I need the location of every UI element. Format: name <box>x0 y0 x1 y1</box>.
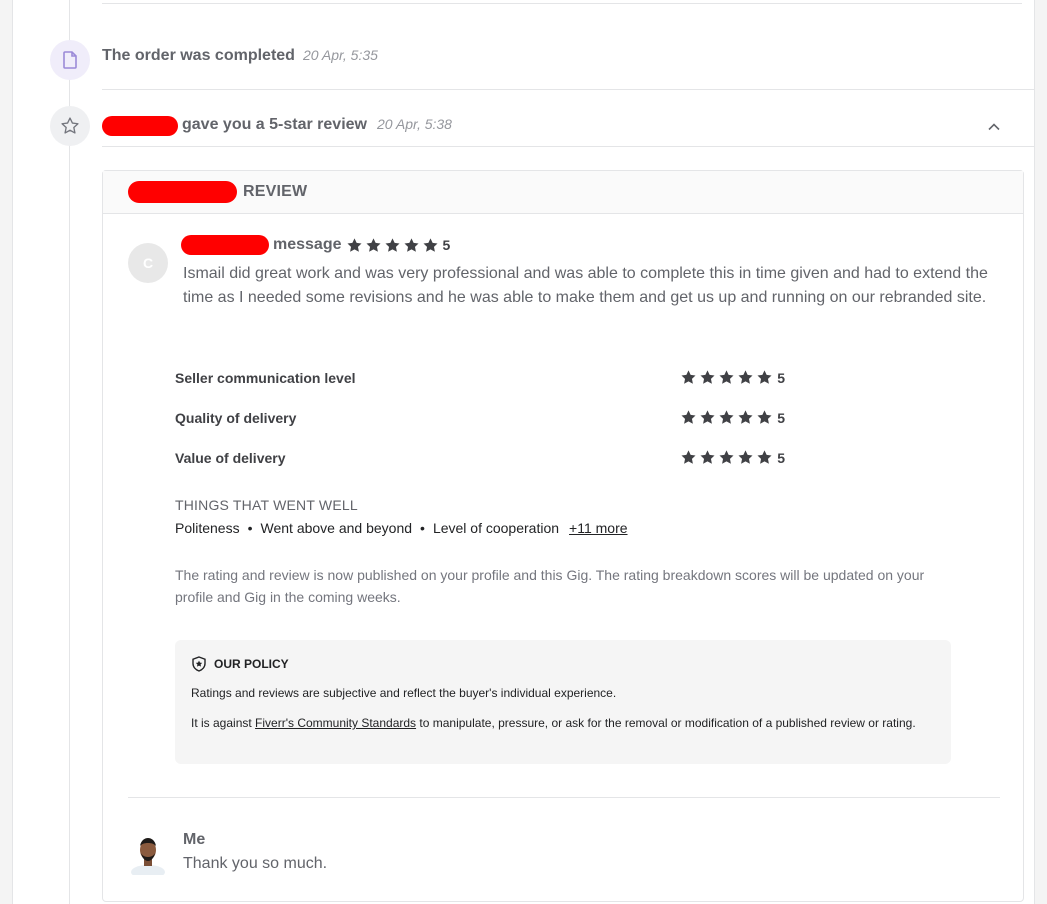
star-icon <box>719 450 734 464</box>
divider <box>102 146 1034 147</box>
rating-value: 5 <box>777 449 785 466</box>
event-order-completed: The order was completed 20 Apr, 5:35 <box>102 47 378 65</box>
star-icon <box>681 410 696 424</box>
star-icon <box>738 450 753 464</box>
policy-header: OUR POLICY <box>191 656 935 672</box>
star-icon <box>719 410 734 424</box>
sub-rating-row: Quality of delivery 5 <box>175 409 785 426</box>
went-well-item: Politeness <box>175 520 240 536</box>
event-timestamp: 20 Apr, 5:35 <box>302 47 378 63</box>
star-icon <box>346 237 362 252</box>
order-activity-card: The order was completed 20 Apr, 5:35 gav… <box>12 0 1035 904</box>
redacted-username <box>128 181 237 203</box>
star-rating: 5 <box>680 449 785 466</box>
published-note: The rating and review is now published o… <box>175 567 925 605</box>
bullet-separator: • <box>420 520 425 536</box>
went-well-list: Politeness • Went above and beyond • Lev… <box>175 520 628 536</box>
rating-value: 5 <box>777 369 785 386</box>
star-icon <box>719 370 734 384</box>
star-icon <box>681 370 696 384</box>
avatar: C <box>128 243 168 283</box>
sub-rating-row: Seller communication level 5 <box>175 369 785 386</box>
rating-value: 5 <box>442 237 451 253</box>
star-icon <box>700 450 715 464</box>
star-rating: 5 <box>680 369 785 386</box>
bullet-separator: • <box>247 520 253 536</box>
event-review: gave you a 5-star review 20 Apr, 5:38 <box>102 116 452 136</box>
star-icon <box>422 237 438 252</box>
star-icon <box>757 410 772 424</box>
star-rating: 5 <box>346 237 451 254</box>
review-header: REVIEW <box>103 171 1023 214</box>
chevron-up-icon[interactable] <box>988 120 1000 132</box>
sub-rating-label: Seller communication level <box>175 369 356 386</box>
star-icon <box>384 237 400 252</box>
review-panel: REVIEW C message 5 Ismail did great work… <box>102 170 1024 902</box>
review-text: Ismail did great work and was very profe… <box>183 265 988 306</box>
went-well-title: THINGS THAT WENT WELL <box>175 497 358 513</box>
shield-star-icon <box>192 656 206 672</box>
policy-line: Ratings and reviews are subjective and r… <box>191 686 617 700</box>
event-title: The order was completed <box>102 47 295 64</box>
star-rating: 5 <box>680 409 785 426</box>
star-icon <box>403 237 419 252</box>
policy-box: OUR POLICY Ratings and reviews are subje… <box>175 640 951 764</box>
reviewer-line: message 5 <box>181 235 450 255</box>
sub-rating-label: Quality of delivery <box>175 409 297 426</box>
reviewer-label: message <box>273 236 342 253</box>
reply-author: Me <box>183 831 206 848</box>
star-icon <box>738 410 753 424</box>
star-icon <box>365 237 381 252</box>
star-icon <box>700 410 715 424</box>
community-standards-link[interactable]: Fiverr's Community Standards <box>255 716 416 730</box>
star-icon <box>681 450 696 464</box>
rating-value: 5 <box>777 409 785 426</box>
document-icon <box>50 40 90 80</box>
went-well-item: Went above and beyond <box>260 520 413 536</box>
sub-rating-row: Value of delivery 5 <box>175 449 785 466</box>
more-link[interactable]: +11 more <box>569 520 628 536</box>
avatar <box>128 833 168 879</box>
star-icon <box>738 370 753 384</box>
divider <box>102 3 1022 4</box>
event-title: gave you a 5-star review <box>182 116 367 133</box>
star-icon <box>757 450 772 464</box>
divider <box>128 797 1000 798</box>
divider <box>102 89 1034 90</box>
star-outline-icon <box>50 106 90 146</box>
star-icon <box>757 370 772 384</box>
policy-line: It is against Fiverr's Community Standar… <box>191 716 916 730</box>
event-timestamp: 20 Apr, 5:38 <box>376 116 452 132</box>
review-header-label: REVIEW <box>243 183 308 200</box>
redacted-username <box>181 235 269 255</box>
went-well-item: Level of cooperation <box>432 520 560 536</box>
policy-title: OUR POLICY <box>214 657 289 671</box>
reply-text: Thank you so much. <box>183 855 328 872</box>
redacted-username <box>102 116 178 136</box>
sub-rating-label: Value of delivery <box>175 449 286 466</box>
star-icon <box>700 370 715 384</box>
